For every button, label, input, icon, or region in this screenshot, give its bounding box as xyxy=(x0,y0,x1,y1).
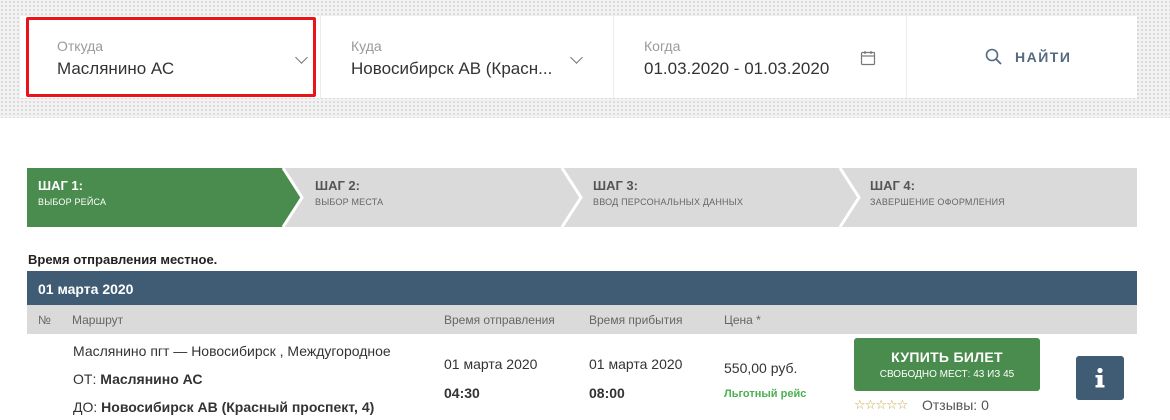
step-title: ШАГ 2: xyxy=(315,178,360,193)
chevron-down-icon[interactable] xyxy=(570,51,583,64)
step-subtitle: ВЫБОР РЕЙСА xyxy=(38,197,107,207)
departure-time: 04:30 xyxy=(444,385,480,401)
step-title: ШАГ 3: xyxy=(593,178,638,193)
calendar-icon[interactable] xyxy=(860,50,876,66)
arrival-time: 08:00 xyxy=(589,385,625,401)
step-title: ШАГ 1: xyxy=(38,178,83,193)
route-from: ОТ: Маслянино АС xyxy=(73,371,203,387)
step-4: ШАГ 4: ЗАВЕРШЕНИЕ ОФОРМЛЕНИЯ xyxy=(859,168,1129,227)
col-price: Цена * xyxy=(724,313,761,327)
route-to-label: ДО: xyxy=(73,399,98,415)
col-arrival: Время прибытия xyxy=(589,313,683,327)
route-to-value: Новосибирск АВ (Красный проспект, 4) xyxy=(101,399,375,415)
to-field[interactable]: Куда Новосибирск АВ (Красн... xyxy=(321,16,614,98)
col-num: № xyxy=(38,313,51,327)
to-label: Куда xyxy=(351,38,382,54)
rating-stars[interactable]: ☆☆☆☆☆ xyxy=(854,397,908,413)
buy-ticket-label: КУПИТЬ БИЛЕТ xyxy=(891,349,1003,365)
date-value[interactable]: 01.03.2020 - 01.03.2020 xyxy=(644,59,829,79)
date-field[interactable]: Когда 01.03.2020 - 01.03.2020 xyxy=(614,16,907,98)
step-title: ШАГ 4: xyxy=(870,178,915,193)
find-button-label: НАЙТИ xyxy=(1015,48,1072,65)
price: 550,00 руб. xyxy=(724,360,798,376)
local-time-note: Время отправления местное. xyxy=(28,252,218,267)
col-route: Маршрут xyxy=(72,313,124,327)
date-header-label: 01 марта 2020 xyxy=(38,281,134,297)
discount-badge: Льготный рейс xyxy=(724,388,807,400)
step-3: ШАГ 3: ВВОД ПЕРСОНАЛЬНЫХ ДАННЫХ xyxy=(582,168,838,227)
from-field[interactable]: Откуда Маслянино АС xyxy=(20,16,321,98)
step-2: ШАГ 2: ВЫБОР МЕСТА xyxy=(304,168,560,227)
info-icon xyxy=(1095,367,1105,388)
search-panel: Откуда Маслянино АС Куда Новосибирск АВ … xyxy=(20,16,1137,98)
arrival-date: 01 марта 2020 xyxy=(589,356,683,372)
buy-ticket-button[interactable]: КУПИТЬ БИЛЕТ СВОБОДНО МЕСТ: 43 ИЗ 45 xyxy=(854,338,1040,391)
route-title: Маслянино пгт — Новосибирск , Междугород… xyxy=(73,343,391,359)
date-label: Когда xyxy=(644,38,681,54)
seats-available: СВОБОДНО МЕСТ: 43 ИЗ 45 xyxy=(879,369,1015,380)
date-header: 01 марта 2020 xyxy=(27,271,1137,305)
route-from-value: Маслянино АС xyxy=(100,371,203,387)
step-subtitle: ВЫБОР МЕСТА xyxy=(315,197,384,207)
step-subtitle: ВВОД ПЕРСОНАЛЬНЫХ ДАННЫХ xyxy=(593,197,744,207)
to-value[interactable]: Новосибирск АВ (Красн... xyxy=(351,59,552,79)
col-departure: Время отправления xyxy=(444,313,555,327)
search-icon xyxy=(985,48,1002,65)
step-1[interactable]: ШАГ 1: ВЫБОР РЕЙСА xyxy=(27,168,283,227)
from-field-highlight xyxy=(26,17,316,97)
route-to: ДО: Новосибирск АВ (Красный проспект, 4) xyxy=(73,399,374,415)
steps-bar: ШАГ 1: ВЫБОР РЕЙСА ШАГ 2: ВЫБОР МЕСТА ША… xyxy=(27,168,1137,227)
step-subtitle: ЗАВЕРШЕНИЕ ОФОРМЛЕНИЯ xyxy=(870,197,1005,207)
route-from-label: ОТ: xyxy=(73,371,97,387)
departure-date: 01 марта 2020 xyxy=(444,356,538,372)
from-value[interactable]: Маслянино АС xyxy=(57,59,174,79)
table-header: № Маршрут Время отправления Время прибыт… xyxy=(27,305,1137,334)
from-label: Откуда xyxy=(57,38,104,54)
find-button[interactable]: НАЙТИ xyxy=(907,16,1137,98)
info-button[interactable] xyxy=(1076,356,1124,400)
reviews-link[interactable]: Отзывы: 0 xyxy=(922,397,989,413)
